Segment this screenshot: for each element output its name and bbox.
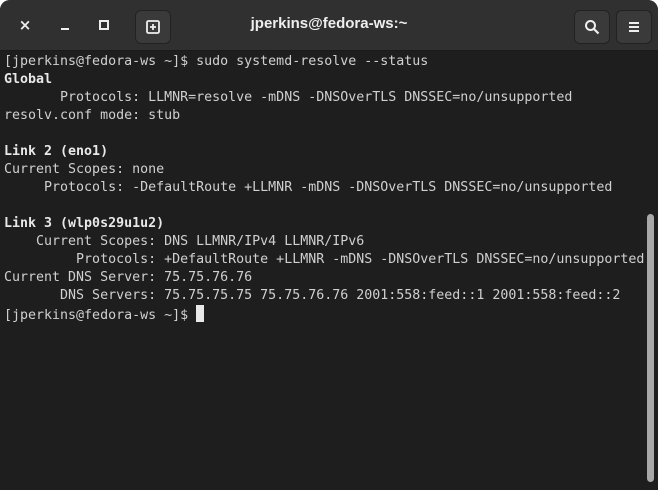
menu-button[interactable] [616,10,652,44]
prompt-line[interactable]: [jperkins@fedora-ws ~]$ [4,305,644,323]
terminal-line: [jperkins@fedora-ws ~]$ sudo systemd-res… [4,54,429,69]
terminal-window: × jperkins@fedora-ws:~ [jperkins@fedora-… [0,0,658,490]
window-title: jperkins@fedora-ws:~ [250,15,408,32]
terminal-line: Protocols: +DefaultRoute +LLMNR -mDNS -D… [4,252,645,267]
terminal-line: Link 2 (eno1) [4,144,109,159]
prompt: [jperkins@fedora-ws ~]$ [4,308,197,323]
terminal-line: resolv.conf mode: stub [4,108,181,123]
terminal-line: Current Scopes: none [4,162,165,177]
scrollbar[interactable] [647,214,654,482]
hamburger-menu-icon [629,22,639,32]
terminal-line: Link 3 (wlp0s29u1u2) [4,216,165,231]
terminal-line: Current DNS Server: 75.75.76.76 [4,270,253,285]
terminal-line: Protocols: LLMNR=resolve -mDNS -DNSOverT… [4,90,573,105]
cursor [196,305,205,322]
terminal-line: DNS Servers: 75.75.75.75 75.75.76.76 200… [4,288,621,303]
terminal-output[interactable]: [jperkins@fedora-ws ~]$ sudo systemd-res… [4,53,644,323]
search-button[interactable] [574,10,610,44]
header-bar: × jperkins@fedora-ws:~ [0,0,658,51]
search-icon [585,20,600,35]
terminal-line: Current Scopes: DNS LLMNR/IPv4 LLMNR/IPv… [4,234,365,249]
terminal-line: Protocols: -DefaultRoute +LLMNR -mDNS -D… [4,180,613,195]
terminal-line: Global [4,72,53,87]
